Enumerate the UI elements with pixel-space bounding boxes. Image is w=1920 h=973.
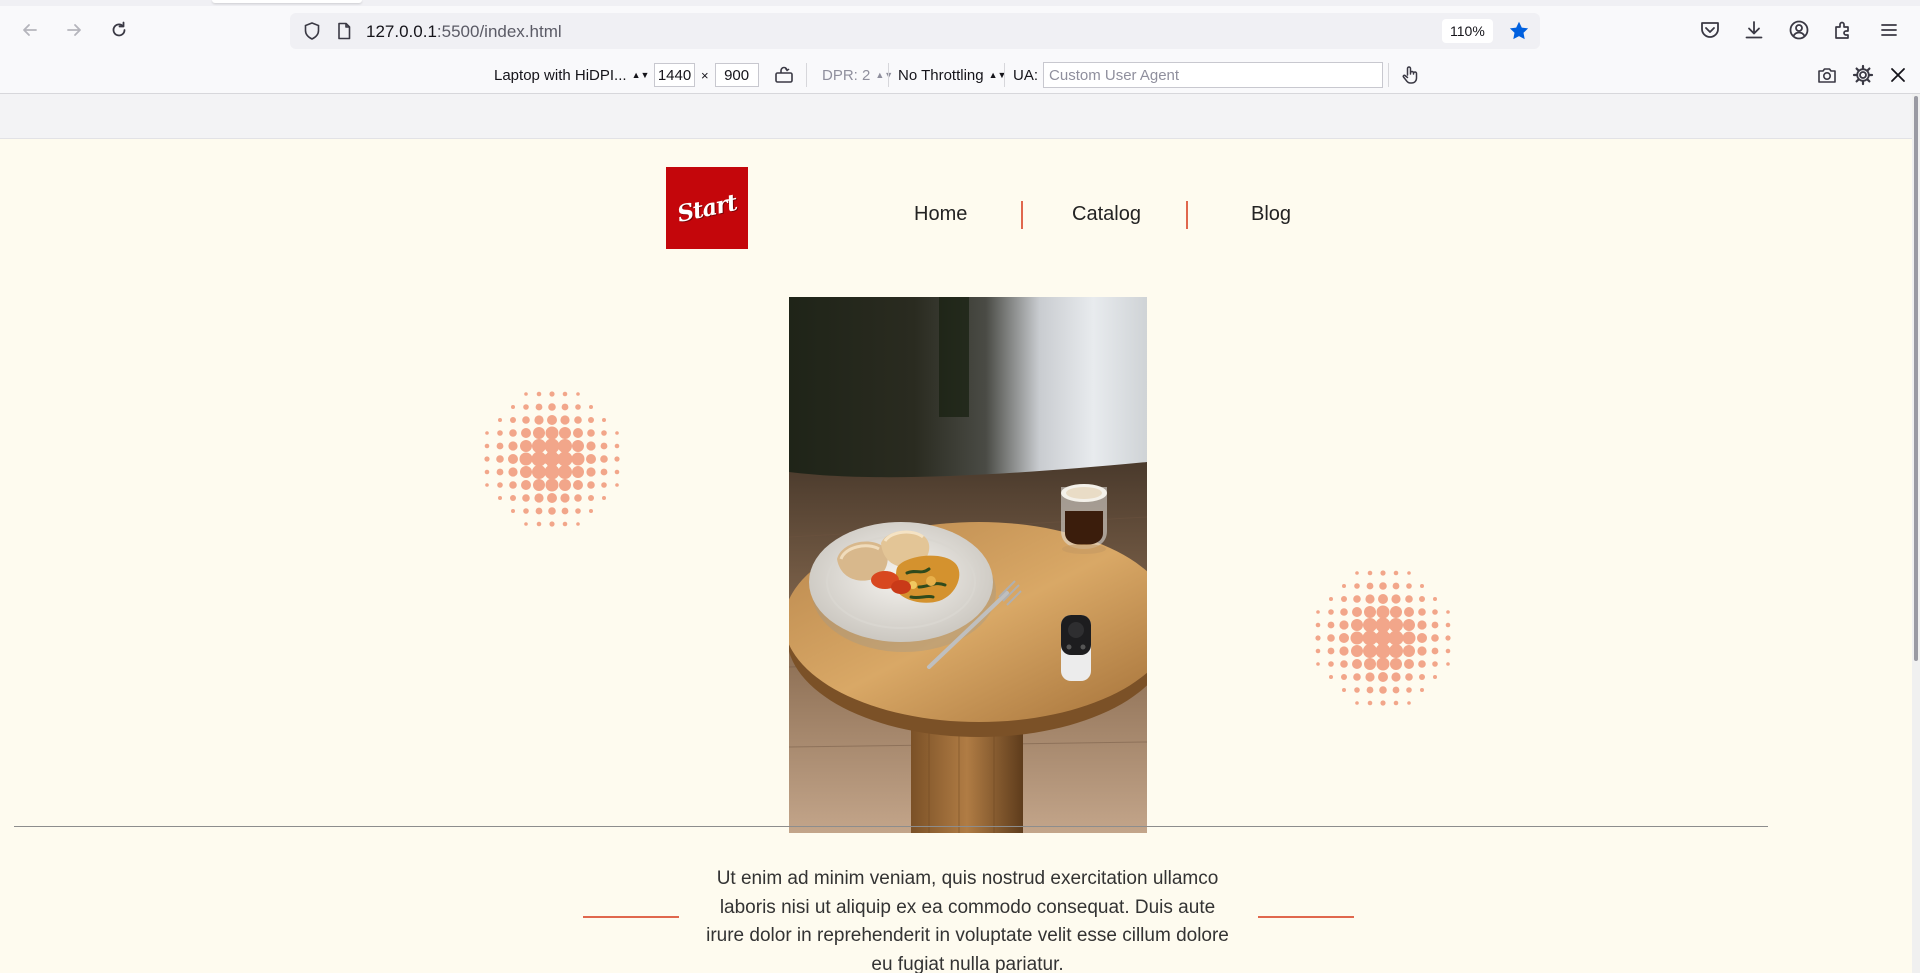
forward-button[interactable]	[60, 16, 88, 44]
star-icon[interactable]	[1508, 20, 1530, 42]
reload-button[interactable]	[105, 16, 133, 44]
screenshot-button[interactable]	[1816, 57, 1838, 93]
rotate-icon	[775, 66, 793, 83]
camera-icon	[1818, 68, 1836, 83]
device-selector-label: Laptop with HiDPI...	[494, 66, 627, 84]
dimension-separator: ×	[701, 67, 709, 83]
viewport-width-input[interactable]: 1440	[654, 63, 695, 87]
toolbar-divider	[1388, 63, 1389, 87]
extensions-icon[interactable]	[1831, 18, 1855, 42]
account-icon[interactable]	[1787, 18, 1811, 42]
nav-link-blog[interactable]: Blog	[1251, 203, 1291, 226]
viewport-bottom-border	[14, 826, 1768, 827]
decorative-line-right	[1258, 916, 1354, 918]
nav-divider	[1021, 201, 1023, 229]
back-button[interactable]	[16, 16, 44, 44]
close-rdm-button[interactable]	[1889, 57, 1907, 93]
rotate-button[interactable]	[773, 57, 795, 93]
decorative-line-left	[583, 916, 679, 918]
url-bar[interactable]: 127.0.0.1:5500/index.html 110%	[290, 13, 1540, 49]
updown-icon: ▲▼	[631, 70, 650, 80]
nav-link-home[interactable]: Home	[914, 203, 967, 226]
browser-toolbar: 127.0.0.1:5500/index.html 110%	[0, 0, 1920, 58]
logo-text: Start	[674, 188, 740, 228]
nav-divider	[1186, 201, 1188, 229]
throttling-selector[interactable]: No Throttling ▲▼	[898, 57, 1006, 93]
zoom-level-badge[interactable]: 110%	[1442, 19, 1493, 43]
hero-photo	[789, 297, 1147, 833]
dpr-selector[interactable]: DPR: 2 ▲▼	[822, 57, 893, 93]
nav-link-catalog[interactable]: Catalog	[1072, 203, 1141, 226]
arrow-left-icon	[23, 24, 37, 36]
dpr-label: DPR: 2	[822, 66, 871, 84]
halftone-dots-decoration	[1315, 570, 1451, 706]
shield-icon[interactable]	[302, 21, 322, 41]
touch-icon	[1402, 66, 1418, 84]
site-logo[interactable]: Start	[666, 167, 748, 249]
scrollbar-thumb[interactable]	[1914, 96, 1918, 661]
viewport-height-input[interactable]: 900	[714, 63, 759, 87]
active-tab[interactable]	[212, 0, 362, 3]
url-text[interactable]: 127.0.0.1:5500/index.html	[366, 22, 562, 42]
arrow-right-icon	[67, 24, 81, 36]
page-viewport: Start Home Catalog Blog Ut enim ad minim…	[0, 139, 1916, 973]
toolbar-divider	[888, 63, 889, 87]
toolbar-divider	[806, 63, 807, 87]
updown-icon: ▲▼	[875, 70, 894, 80]
ua-label: UA:	[1013, 66, 1039, 84]
hamburger-menu-icon[interactable]	[1877, 18, 1901, 42]
download-icon[interactable]	[1742, 18, 1766, 42]
viewport-gutter	[0, 94, 1920, 139]
hero-paragraph: Ut enim ad minim veniam, quis nostrud ex…	[706, 868, 1229, 973]
halftone-dots-decoration	[484, 391, 620, 527]
rdm-settings-button[interactable]	[1852, 57, 1874, 93]
reload-icon	[112, 21, 126, 37]
user-agent-input[interactable]	[1043, 62, 1384, 88]
page-icon[interactable]	[334, 21, 354, 41]
touch-simulation-button[interactable]	[1399, 57, 1421, 93]
gear-icon	[1852, 64, 1874, 86]
responsive-design-toolbar: Laptop with HiDPI... ▲▼ 1440 × 900 DPR: …	[0, 57, 1920, 94]
throttling-label: No Throttling	[898, 66, 984, 84]
device-selector[interactable]: Laptop with HiDPI... ▲▼	[494, 57, 649, 93]
toolbar-divider	[1004, 63, 1005, 87]
pocket-icon[interactable]	[1698, 18, 1722, 42]
close-icon	[1891, 68, 1905, 82]
